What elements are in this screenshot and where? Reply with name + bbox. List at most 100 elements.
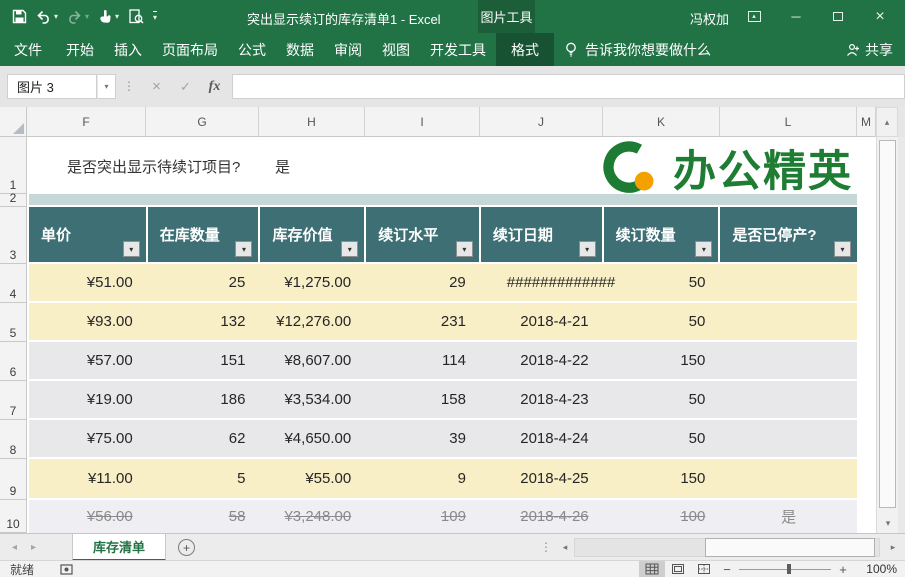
undo-button[interactable]: ▾ — [36, 10, 58, 24]
highlight-answer-cell[interactable]: 是 — [275, 156, 290, 177]
cell[interactable]: ¥57.00 — [29, 342, 148, 379]
cell[interactable]: 186 — [148, 381, 261, 418]
scroll-up-button[interactable]: ▴ — [876, 107, 898, 137]
row-header-10[interactable]: 10 — [0, 500, 27, 533]
header-reorder-date[interactable]: 续订日期▾ — [481, 207, 604, 262]
filter-dropdown-icon[interactable]: ▾ — [123, 241, 140, 257]
cell[interactable]: ¥4,650.00 — [260, 420, 366, 457]
zoom-slider[interactable] — [739, 561, 831, 577]
row-header-4[interactable]: 4 — [0, 264, 27, 303]
close-button[interactable]: × — [859, 0, 901, 33]
header-reorder-level[interactable]: 续订水平▾ — [366, 207, 481, 262]
column-header-j[interactable]: J — [480, 107, 603, 137]
select-all-corner[interactable] — [0, 107, 27, 137]
cell[interactable]: 151 — [148, 342, 261, 379]
column-header-l[interactable]: L — [720, 107, 857, 137]
cell[interactable]: 2018-4-23 — [481, 381, 604, 418]
cell[interactable] — [720, 303, 857, 340]
cell[interactable]: 9 — [366, 459, 481, 498]
horizontal-scrollbar-thumb[interactable] — [705, 538, 875, 557]
column-header-k[interactable]: K — [603, 107, 720, 137]
row-header-7[interactable]: 7 — [0, 381, 27, 420]
cell[interactable]: ¥75.00 — [29, 420, 148, 457]
cell[interactable]: ¥12,276.00 — [260, 303, 366, 340]
cell[interactable] — [720, 459, 857, 498]
column-header-f[interactable]: F — [27, 107, 146, 137]
sheet-nav-right-icon[interactable]: ▸ — [31, 542, 36, 553]
header-discontinued[interactable]: 是否已停产?▾ — [720, 207, 857, 262]
cell[interactable]: ¥3,248.00 — [260, 500, 366, 533]
filter-dropdown-icon[interactable]: ▾ — [834, 241, 851, 257]
zoom-level[interactable]: 100% — [861, 562, 897, 576]
cell[interactable]: 2018-4-22 — [481, 342, 604, 379]
cell[interactable]: 25 — [148, 264, 261, 301]
tab-file[interactable]: 文件 — [0, 33, 56, 66]
cell[interactable]: 50 — [604, 264, 721, 301]
column-header-g[interactable]: G — [146, 107, 259, 137]
cell[interactable]: ¥51.00 — [29, 264, 148, 301]
zoom-in-button[interactable]: + — [833, 561, 853, 577]
filter-dropdown-icon[interactable]: ▾ — [695, 241, 712, 257]
tab-review[interactable]: 审阅 — [324, 33, 372, 66]
cell[interactable]: 150 — [604, 459, 721, 498]
cell[interactable]: 50 — [604, 303, 721, 340]
cancel-entry-button[interactable]: × — [142, 74, 171, 99]
formula-input[interactable] — [232, 74, 905, 99]
row-header-3[interactable]: 3 — [0, 207, 27, 264]
sheet-nav-left-icon[interactable]: ◂ — [12, 542, 17, 553]
print-preview-button[interactable] — [128, 9, 144, 25]
tab-developer[interactable]: 开发工具 — [420, 33, 496, 66]
row-header-8[interactable]: 8 — [0, 420, 27, 459]
row-header-1[interactable]: 1 — [0, 137, 27, 194]
filter-dropdown-icon[interactable]: ▾ — [235, 241, 252, 257]
zoom-out-button[interactable]: − — [717, 561, 737, 577]
zoom-slider-thumb[interactable] — [787, 564, 791, 574]
tab-view[interactable]: 视图 — [372, 33, 420, 66]
cell[interactable]: 2018-4-24 — [481, 420, 604, 457]
cell[interactable]: 109 — [366, 500, 481, 533]
page-break-preview-button[interactable] — [691, 561, 717, 577]
undo-caret-icon[interactable]: ▾ — [54, 13, 58, 21]
cell[interactable]: ¥55.00 — [260, 459, 366, 498]
new-sheet-button[interactable]: + — [178, 539, 195, 556]
scroll-down-button[interactable]: ▾ — [877, 514, 899, 533]
tab-data[interactable]: 数据 — [276, 33, 324, 66]
minimize-button[interactable]: ─ — [775, 0, 817, 33]
cell[interactable]: 是 — [720, 500, 857, 533]
cell[interactable]: 114 — [366, 342, 481, 379]
name-box[interactable]: 图片 3 — [7, 74, 97, 99]
hscroll-left-button[interactable]: ◂ — [556, 538, 574, 557]
header-unit-price[interactable]: 单价▾ — [29, 207, 148, 262]
cell[interactable]: 5 — [148, 459, 261, 498]
cell[interactable]: 132 — [148, 303, 261, 340]
tab-insert[interactable]: 插入 — [104, 33, 152, 66]
header-reorder-qty[interactable]: 续订数量▾ — [604, 207, 721, 262]
customize-qat-button[interactable]: ▾ — [153, 11, 157, 22]
cell[interactable]: 62 — [148, 420, 261, 457]
normal-view-button[interactable] — [639, 561, 665, 577]
insert-function-button[interactable]: fx — [200, 74, 229, 99]
cell[interactable]: 100 — [604, 500, 721, 533]
row-header-9[interactable]: 9 — [0, 459, 27, 500]
row-header-2[interactable]: 2 — [0, 194, 27, 207]
tab-formulas[interactable]: 公式 — [228, 33, 276, 66]
tab-home[interactable]: 开始 — [56, 33, 104, 66]
tab-page-layout[interactable]: 页面布局 — [152, 33, 228, 66]
cell[interactable]: ¥11.00 — [29, 459, 148, 498]
cell[interactable]: 50 — [604, 420, 721, 457]
column-header-h[interactable]: H — [259, 107, 365, 137]
hscroll-right-button[interactable]: ▸ — [884, 538, 902, 557]
cell[interactable]: 2018-4-25 — [481, 459, 604, 498]
cell[interactable] — [720, 420, 857, 457]
header-in-stock[interactable]: 在库数量▾ — [148, 207, 261, 262]
customize-qat-icon[interactable]: ▾ — [153, 11, 157, 22]
cell[interactable]: ¥8,607.00 — [260, 342, 366, 379]
cell[interactable]: 231 — [366, 303, 481, 340]
record-macro-button[interactable] — [60, 564, 73, 575]
vertical-scrollbar-thumb[interactable] — [879, 140, 896, 508]
cell[interactable]: 50 — [604, 381, 721, 418]
cell[interactable]: 2018-4-26 — [481, 500, 604, 533]
cell[interactable]: 150 — [604, 342, 721, 379]
cell[interactable]: 58 — [148, 500, 261, 533]
cell[interactable]: ¥1,275.00 — [260, 264, 366, 301]
